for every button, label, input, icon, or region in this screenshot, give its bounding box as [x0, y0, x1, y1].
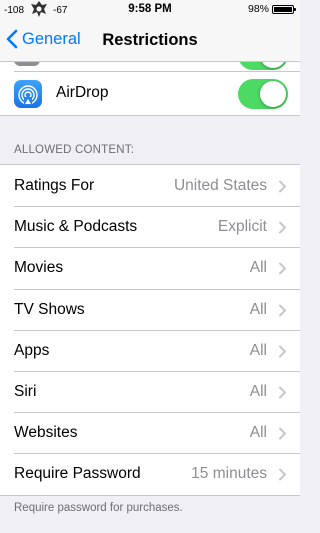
settings-row-icon	[14, 62, 40, 66]
row-value: United States	[173, 177, 267, 194]
row-label: Apps	[14, 341, 50, 359]
battery-indicator: 98%	[247, 3, 296, 15]
row-value: 15 minutes	[191, 465, 267, 483]
row-ratings-for[interactable]: Ratings For United States	[0, 165, 300, 206]
chevron-right-icon	[279, 180, 286, 193]
row-label: Ratings For	[14, 177, 95, 194]
airdrop-icon	[14, 80, 42, 108]
page-title: Restrictions	[102, 31, 198, 49]
battery-percent: 98%	[247, 3, 269, 15]
row-music-podcasts[interactable]: Music & Podcasts Explicit	[0, 206, 300, 247]
row-require-password[interactable]: Require Password 15 minutes	[0, 453, 300, 494]
row-value: All	[249, 300, 267, 318]
airdrop-label: AirDrop	[56, 84, 109, 101]
battery-fill	[274, 6, 292, 12]
row-label: Movies	[14, 259, 64, 277]
chevron-right-icon	[279, 427, 286, 440]
chevron-right-icon	[279, 221, 286, 234]
toggle-knob	[260, 81, 286, 107]
chevron-right-icon	[279, 304, 286, 317]
row-value: All	[249, 382, 267, 400]
section-footer-note: Require password for purchases.	[14, 502, 183, 514]
navigation-bar: General Restrictions	[0, 20, 300, 62]
chevron-right-icon	[279, 345, 286, 358]
row-label: Require Password	[14, 465, 141, 483]
row-siri[interactable]: Siri All	[0, 370, 300, 412]
row-value: All	[249, 424, 267, 442]
row-label: Siri	[14, 382, 37, 400]
row-value: All	[249, 259, 267, 277]
chevron-right-icon	[279, 262, 286, 275]
row-label: Music & Podcasts	[14, 218, 138, 236]
row-value: Explicit	[217, 218, 267, 236]
section-header-allowed-content: ALLOWED CONTENT:	[14, 144, 135, 156]
airdrop-row: AirDrop	[0, 72, 300, 115]
row-value: All	[249, 341, 267, 359]
row-apps[interactable]: Apps All	[0, 329, 300, 371]
chevron-right-icon	[279, 468, 286, 481]
restrictions-toggle-group: AirDrop	[0, 62, 300, 116]
partial-toggle-switch[interactable]	[238, 62, 288, 70]
chevron-right-icon	[279, 386, 286, 399]
row-label: Websites	[14, 424, 78, 442]
row-movies[interactable]: Movies All	[0, 247, 300, 288]
row-tv-shows[interactable]: TV Shows All	[0, 288, 300, 330]
allowed-content-list: Ratings For United States Music & Podcas…	[0, 164, 300, 496]
row-label: TV Shows	[14, 300, 85, 318]
airdrop-toggle[interactable]	[238, 79, 288, 109]
row-websites[interactable]: Websites All	[0, 412, 300, 453]
battery-icon	[272, 4, 296, 14]
status-bar: -108 -67 9:58 PM 98%	[0, 0, 300, 20]
